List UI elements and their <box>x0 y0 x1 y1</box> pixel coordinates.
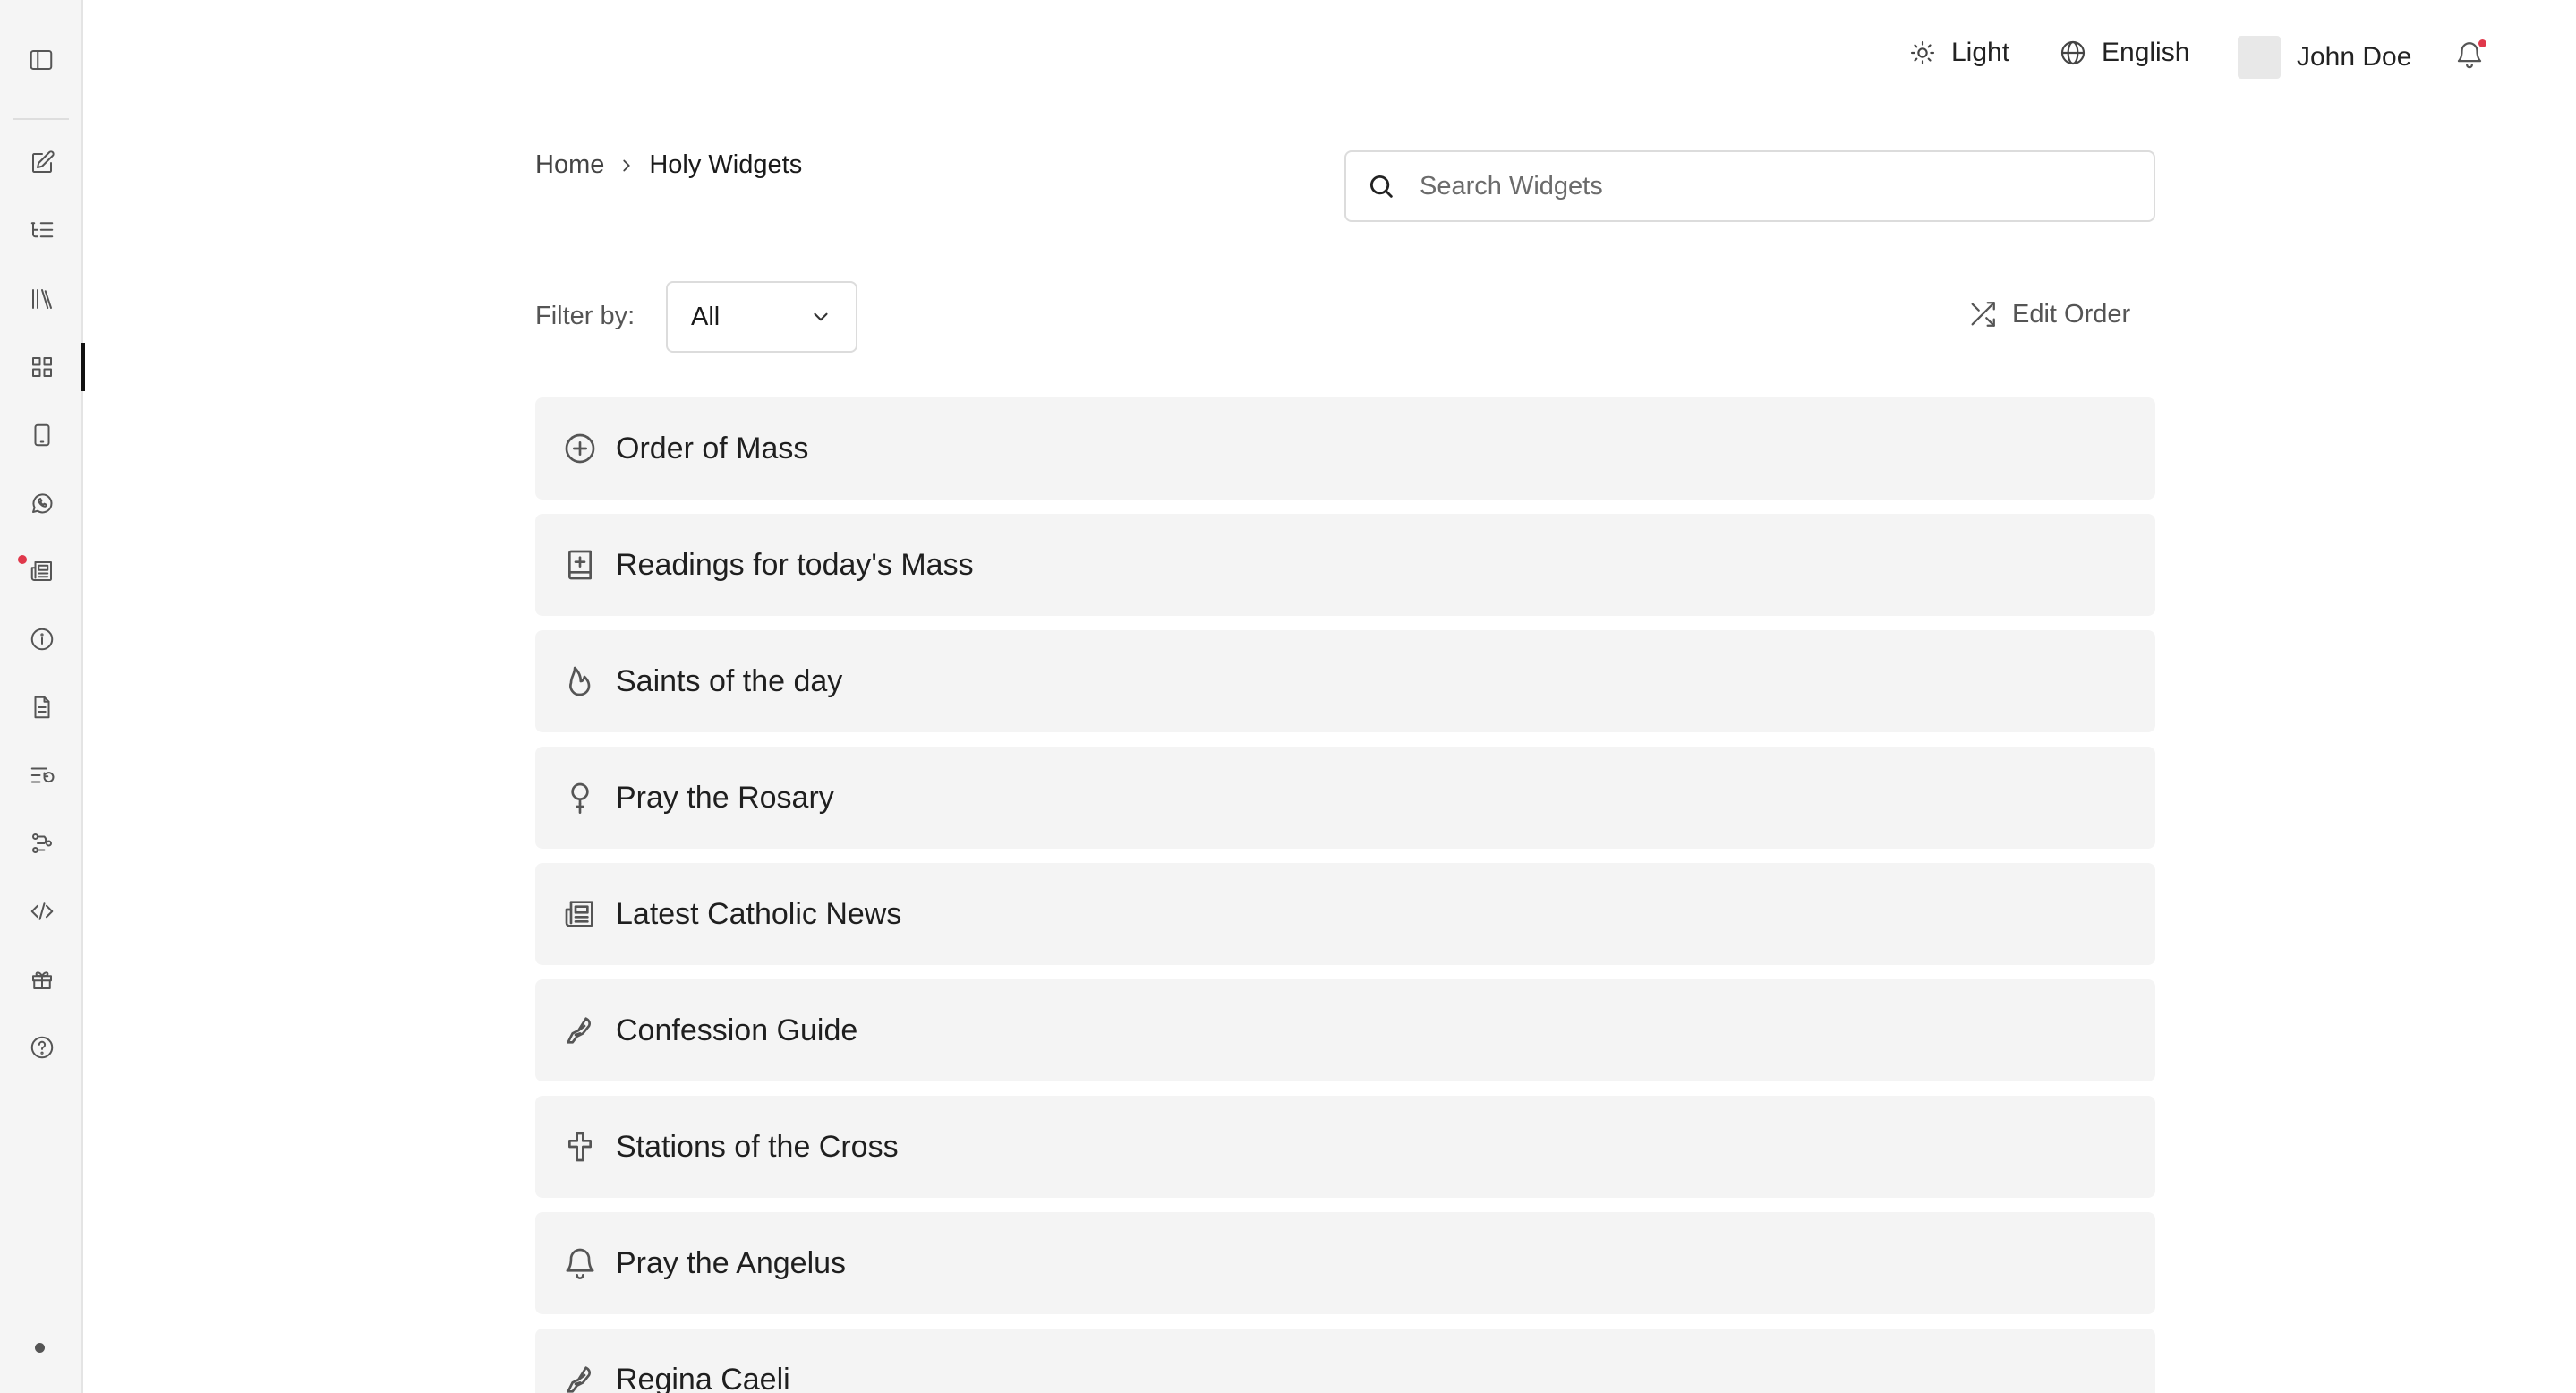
sidebar-item-library[interactable] <box>0 272 83 326</box>
library-icon <box>31 289 52 309</box>
info-icon <box>30 628 53 651</box>
chevron-right-icon <box>623 159 631 171</box>
widget-label: Latest Catholic News <box>616 896 902 931</box>
sidebar-item-documents[interactable] <box>0 680 83 734</box>
sidebar-status-dot <box>35 1343 45 1353</box>
widget-item[interactable]: Readings for today's Mass <box>535 514 2155 616</box>
language-selector-button[interactable]: English <box>2059 38 2189 68</box>
edit-order-label: Edit Order <box>2012 299 2131 329</box>
book-plus-icon <box>568 550 592 580</box>
widget-item[interactable]: Latest Catholic News <box>535 863 2155 965</box>
widget-label: Pray the Rosary <box>616 780 834 815</box>
filter-select[interactable]: All <box>666 281 857 353</box>
sidebar <box>0 0 85 1393</box>
code-icon <box>30 902 53 920</box>
flame-icon <box>569 666 591 696</box>
widget-item[interactable]: Pray the Rosary <box>535 747 2155 849</box>
panel-left-icon <box>30 50 53 70</box>
list-tree-icon <box>30 222 53 238</box>
document-icon <box>34 696 49 719</box>
theme-label: Light <box>1951 38 2010 67</box>
whatsapp-icon <box>31 493 52 514</box>
widget-label: Stations of the Cross <box>616 1129 899 1164</box>
edit-order-button[interactable]: Edit Order <box>1967 299 2130 329</box>
sidebar-item-news[interactable] <box>0 544 83 598</box>
notifications-button[interactable] <box>2454 39 2486 72</box>
user-menu-button[interactable]: John Doe <box>2238 36 2411 79</box>
widget-item[interactable]: Regina Caeli <box>535 1329 2155 1393</box>
breadcrumb-home-link[interactable]: Home <box>535 150 604 180</box>
sidebar-item-info[interactable] <box>0 612 83 666</box>
breadcrumb-current: Holy Widgets <box>649 150 803 179</box>
widget-list: Order of Mass Readings for today's Mass … <box>535 397 2155 1393</box>
plus-circle-icon <box>565 433 595 464</box>
sidebar-item-gifts[interactable] <box>0 953 83 1006</box>
globe-icon <box>2060 40 2086 65</box>
sidebar-item-outline[interactable] <box>0 204 83 258</box>
feather-hand-icon <box>567 1366 591 1393</box>
widget-item[interactable]: Confession Guide <box>535 979 2155 1081</box>
widget-item[interactable]: Pray the Angelus <box>535 1212 2155 1314</box>
tablet-icon <box>34 423 49 447</box>
sidebar-item-code[interactable] <box>0 885 83 938</box>
widget-label: Readings for today's Mass <box>616 547 974 582</box>
user-name: John Doe <box>2297 42 2412 72</box>
filter-label: Filter by: <box>535 302 635 330</box>
bell-icon <box>566 1248 594 1279</box>
widget-label: Order of Mass <box>616 431 809 466</box>
newspaper-icon <box>565 901 593 927</box>
help-icon <box>30 1036 53 1059</box>
breadcrumb-separator <box>617 156 636 175</box>
widget-label: Saints of the day <box>616 663 843 698</box>
widget-item[interactable]: Order of Mass <box>535 397 2155 500</box>
widget-label: Pray the Angelus <box>616 1245 847 1280</box>
widget-label: Regina Caeli <box>616 1362 790 1393</box>
sidebar-item-whatsapp[interactable] <box>0 476 83 530</box>
filter-selected-value: All <box>691 302 721 331</box>
grid-icon <box>31 357 52 377</box>
app-root: Light English John Doe Home Holy Widgets… <box>0 0 2576 1393</box>
shuffle-icon <box>1971 302 1995 327</box>
search-box <box>1344 150 2155 222</box>
language-label: English <box>2102 38 2190 67</box>
sidebar-item-help[interactable] <box>0 1021 83 1074</box>
sidebar-item-editor[interactable] <box>0 136 83 190</box>
gift-icon <box>31 971 52 989</box>
notification-badge <box>2478 39 2486 47</box>
theme-toggle-button[interactable]: Light <box>1908 38 2009 68</box>
chevron-down-icon <box>814 312 828 321</box>
workflow-icon <box>31 833 52 853</box>
search-icon <box>1369 175 1393 198</box>
sun-icon <box>1910 40 1935 65</box>
widget-item[interactable]: Stations of the Cross <box>535 1096 2155 1198</box>
avatar <box>2238 36 2281 79</box>
cross-icon <box>568 1132 592 1162</box>
breadcrumb: Home Holy Widgets <box>535 150 802 180</box>
feather-hand-icon <box>567 1017 591 1044</box>
search-input[interactable] <box>1420 171 2118 201</box>
widget-label: Confession Guide <box>616 1013 858 1047</box>
sidebar-item-device[interactable] <box>0 408 83 462</box>
rosary-icon <box>571 782 589 814</box>
sidebar-item-widgets[interactable] <box>0 340 85 394</box>
newspaper-icon <box>30 561 52 581</box>
sidebar-divider <box>13 118 69 120</box>
sidebar-toggle-button[interactable] <box>24 43 58 77</box>
widget-item[interactable]: Saints of the day <box>535 630 2155 732</box>
edit-icon <box>31 150 55 173</box>
list-restart-icon <box>30 767 54 783</box>
sidebar-item-workflow[interactable] <box>0 816 83 870</box>
sidebar-item-history[interactable] <box>0 748 83 802</box>
